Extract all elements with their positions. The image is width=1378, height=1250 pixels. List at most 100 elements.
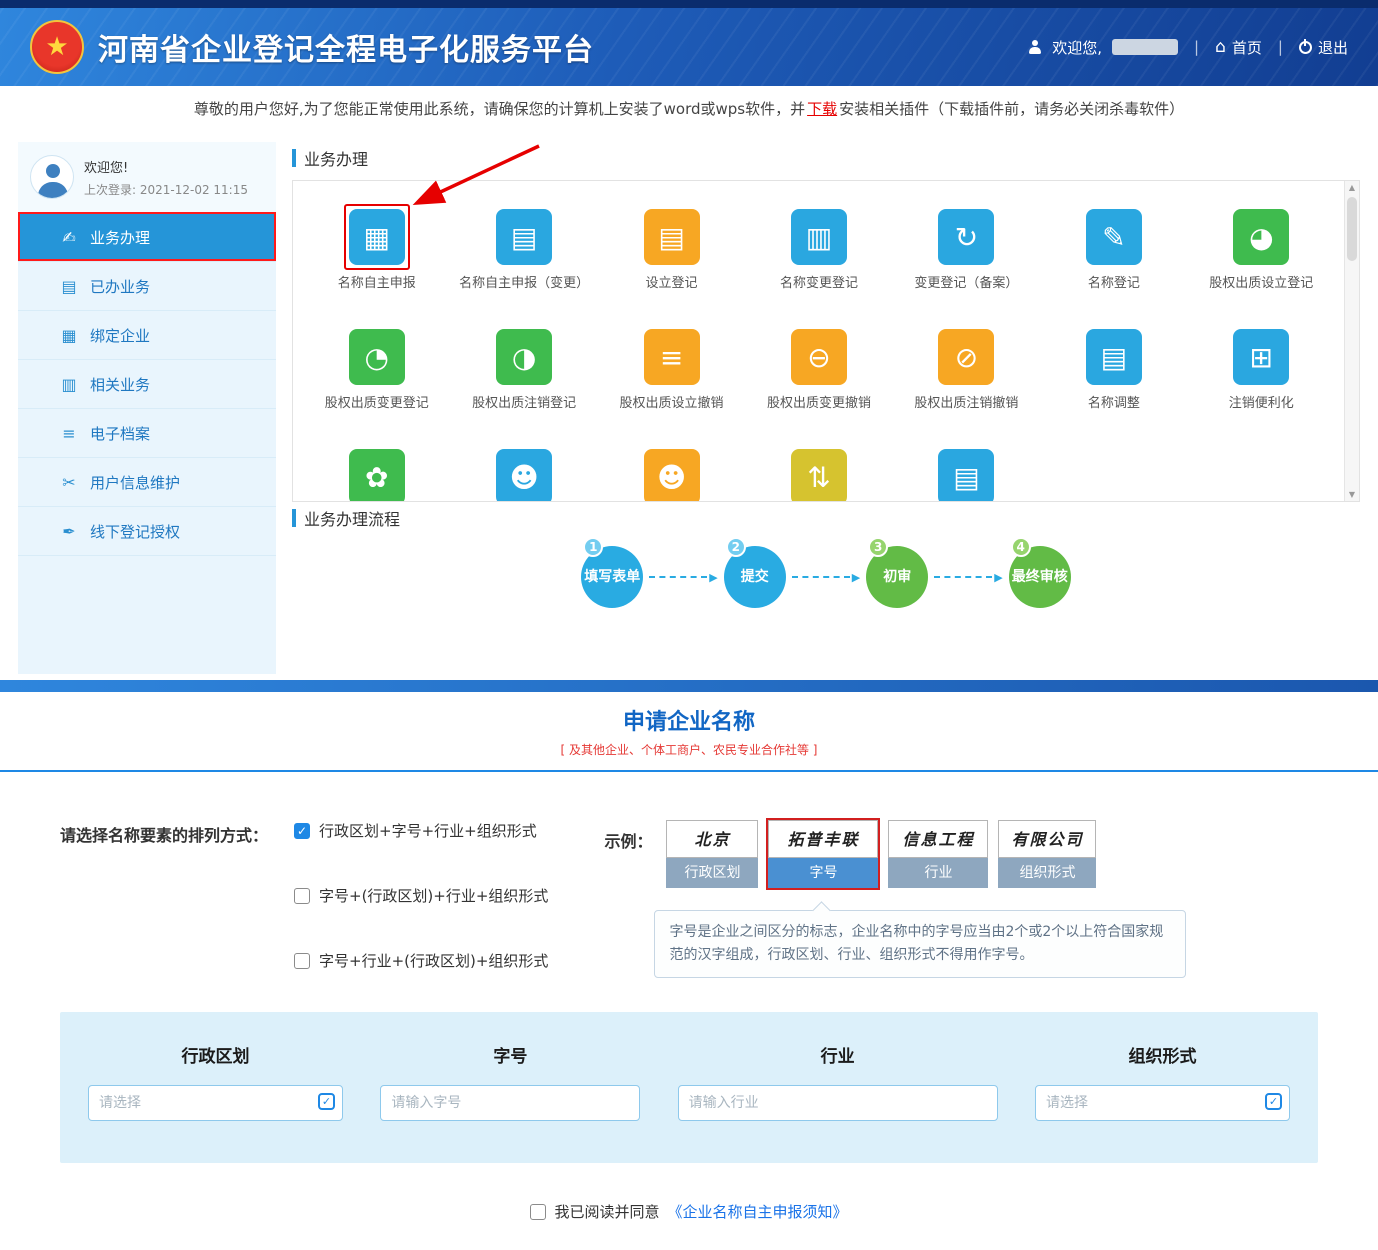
arrangement-label: 请选择名称要素的排列方式： bbox=[60, 822, 268, 846]
user-icon bbox=[1028, 40, 1042, 54]
service-establishment-registration[interactable]: ▤ 设立登记 bbox=[598, 209, 745, 329]
sidebar-item-completed-business[interactable]: ▤ 已办业务 bbox=[18, 261, 276, 310]
step-number-badge: 2 bbox=[726, 537, 746, 557]
industry-input[interactable] bbox=[678, 1085, 998, 1121]
top-strip bbox=[0, 0, 1378, 8]
region-select-input[interactable] bbox=[88, 1085, 343, 1121]
sidebar-item-offline-registration-auth[interactable]: ✒ 线下登记授权 bbox=[18, 506, 276, 555]
document-icon: ▤ bbox=[644, 209, 700, 265]
notice-text: 安装相关插件（下载插件前，请务必关闭杀毒软件） bbox=[839, 98, 1184, 119]
example-boxes: 北京 行政区划 拓普丰联 字号 信息工程 行业 有限公司 bbox=[666, 820, 1186, 888]
checkbox-icon[interactable] bbox=[294, 953, 310, 969]
service-name-registration[interactable]: ✎ 名称登记 bbox=[1040, 209, 1187, 329]
clipboard-minus-icon: ▤ bbox=[496, 209, 552, 265]
annotation-highlight-box: ▦ bbox=[344, 204, 410, 270]
checkbox-checked-icon[interactable] bbox=[294, 823, 310, 839]
declaration-notice-link[interactable]: 《企业名称自主申报须知》 bbox=[668, 1201, 848, 1222]
service-change-registration-filing[interactable]: ↻ 变更登记（备案） bbox=[893, 209, 1040, 329]
clipboard-edit-icon: ✎ bbox=[1086, 209, 1142, 265]
sidebar: 欢迎您! 上次登录: 2021-12-02 11:15 ✍ 业务办理 ▤ 已办业… bbox=[18, 142, 276, 674]
arrangement-option-3[interactable]: 字号+行业+(行政区划)+组织形式 bbox=[294, 950, 548, 971]
org-form-select-input[interactable] bbox=[1035, 1085, 1290, 1121]
scrollbar-thumb[interactable] bbox=[1347, 197, 1357, 261]
process-flow: 1 填写表单 ▶ 2 提交 ▶ 3 初审 ▶ 4 最终审核 bbox=[292, 546, 1360, 608]
sidebar-menu: ✍ 业务办理 ▤ 已办业务 ▦ 绑定企业 ▥ 相关业务 ≡ 电子档案 ✂ 用户信… bbox=[18, 212, 276, 604]
star-icon: ★ bbox=[45, 32, 68, 62]
page-subtitle: [ 及其他企业、个体工商户、农民专业合作社等 ] bbox=[0, 741, 1378, 758]
list-lines-icon: ≡ bbox=[644, 329, 700, 385]
service-name-self-declaration[interactable]: ▦ 名称自主申报 bbox=[303, 209, 450, 329]
arrow-right-icon: ▶ bbox=[852, 571, 860, 584]
checkbox-icon[interactable] bbox=[294, 888, 310, 904]
select-dropdown-icon[interactable]: ✓ bbox=[318, 1093, 335, 1110]
flow-connector: ▶ bbox=[792, 571, 860, 584]
service-item[interactable]: ▤ bbox=[893, 449, 1040, 502]
arrangement-options: 行政区划+字号+行业+组织形式 字号+(行政区划)+行业+组织形式 字号+行业+… bbox=[294, 820, 548, 971]
service-equity-pledge-establishment[interactable]: ◕ 股权出质设立登记 bbox=[1188, 209, 1335, 329]
service-equity-pledge-change-revoke[interactable]: ⊖ 股权出质变更撤销 bbox=[745, 329, 892, 449]
sidebar-filler bbox=[18, 555, 276, 604]
select-dropdown-icon[interactable]: ✓ bbox=[1265, 1093, 1282, 1110]
sidebar-item-user-info-maintenance[interactable]: ✂ 用户信息维护 bbox=[18, 457, 276, 506]
service-name-change-registration[interactable]: ▥ 名称变更登记 bbox=[745, 209, 892, 329]
clipboard-refresh-icon: ↻ bbox=[938, 209, 994, 265]
document-icon: ▤ bbox=[60, 277, 78, 296]
tradename-tooltip: 字号是企业之间区分的标志，企业名称中的字号应当由2个或2个以上符合国家规范的汉字… bbox=[654, 910, 1186, 978]
agreement-row: 我已阅读并同意 《企业名称自主申报须知》 bbox=[60, 1201, 1318, 1222]
section-title-services: 业务办理 bbox=[292, 146, 1360, 170]
service-equity-pledge-cancellation[interactable]: ◑ 股权出质注销登记 bbox=[450, 329, 597, 449]
arrangement-option-1[interactable]: 行政区划+字号+行业+组织形式 bbox=[294, 820, 548, 841]
service-equity-pledge-change[interactable]: ◔ 股权出质变更登记 bbox=[303, 329, 450, 449]
qr-code-icon: ⊞ bbox=[1233, 329, 1289, 385]
name-fields-panel: 行政区划 ✓ 字号 行业 组织形式 bbox=[60, 1012, 1318, 1163]
service-cancellation-facilitation[interactable]: ⊞ 注销便利化 bbox=[1188, 329, 1335, 449]
document-plus-icon: ▤ bbox=[938, 449, 994, 502]
flow-connector: ▶ bbox=[934, 571, 1002, 584]
building-icon: ▦ bbox=[60, 326, 78, 345]
field-org-form: 组织形式 ✓ bbox=[1035, 1042, 1290, 1121]
agree-text: 我已阅读并同意 bbox=[554, 1201, 659, 1222]
flower-icon: ✿ bbox=[349, 449, 405, 502]
pen-document-icon: ✒ bbox=[60, 522, 78, 541]
download-link[interactable]: 下载 bbox=[807, 98, 837, 119]
home-link[interactable]: ⌂ 首页 bbox=[1215, 37, 1262, 58]
arrangement-option-2[interactable]: 字号+(行政区划)+行业+组织形式 bbox=[294, 885, 548, 906]
vertical-scrollbar[interactable]: ▲ ▼ bbox=[1344, 181, 1359, 501]
document-search-icon: ▥ bbox=[60, 375, 78, 394]
pie-chart-cancel-icon: ◑ bbox=[496, 329, 552, 385]
sidebar-item-bind-enterprise[interactable]: ▦ 绑定企业 bbox=[18, 310, 276, 359]
agree-checkbox[interactable] bbox=[530, 1204, 546, 1220]
step-number-badge: 3 bbox=[868, 537, 888, 557]
circle-minus-icon: ⊖ bbox=[791, 329, 847, 385]
service-item[interactable]: ☻ bbox=[598, 449, 745, 502]
service-equity-pledge-establishment-revoke[interactable]: ≡ 股权出质设立撤销 bbox=[598, 329, 745, 449]
app-header: ★ 河南省企业登记全程电子化服务平台 欢迎您, | ⌂ 首页 | 退出 bbox=[0, 8, 1378, 86]
page-title: 申请企业名称 bbox=[0, 704, 1378, 736]
service-name-self-declaration-change[interactable]: ▤ 名称自主申报（变更） bbox=[450, 209, 597, 329]
service-item[interactable]: ✿ bbox=[303, 449, 450, 502]
scroll-up-icon[interactable]: ▲ bbox=[1349, 183, 1355, 192]
person-gear-icon: ☻ bbox=[644, 449, 700, 502]
service-item[interactable]: ⇅ bbox=[745, 449, 892, 502]
tools-icon: ✂ bbox=[60, 473, 78, 492]
flow-step-initial-review: 3 初审 bbox=[866, 546, 928, 608]
services-grid: ▦ 名称自主申报 ▤ 名称自主申报（变更） ▤ 设立登记 ▥ 名称变更登记 bbox=[303, 209, 1335, 502]
logout-link[interactable]: 退出 bbox=[1299, 37, 1348, 58]
service-equity-pledge-cancellation-revoke[interactable]: ⊘ 股权出质注销撤销 bbox=[893, 329, 1040, 449]
apply-name-page: 申请企业名称 [ 及其他企业、个体工商户、农民专业合作社等 ] 请选择名称要素的… bbox=[0, 680, 1378, 1222]
divider: | bbox=[1194, 38, 1199, 56]
service-item[interactable]: ☻ bbox=[450, 449, 597, 502]
arrow-right-icon: ▶ bbox=[709, 571, 717, 584]
service-name-adjustment[interactable]: ▤ 名称调整 bbox=[1040, 329, 1187, 449]
sidebar-item-business-handling[interactable]: ✍ 业务办理 bbox=[18, 212, 276, 261]
tradename-input[interactable] bbox=[380, 1085, 640, 1121]
sidebar-item-electronic-archives[interactable]: ≡ 电子档案 bbox=[18, 408, 276, 457]
sidebar-item-related-business[interactable]: ▥ 相关业务 bbox=[18, 359, 276, 408]
field-region: 行政区划 ✓ bbox=[88, 1042, 343, 1121]
scroll-down-icon[interactable]: ▼ bbox=[1349, 490, 1355, 499]
example-area: 示例： 北京 行政区划 拓普丰联 字号 信息工程 行业 bbox=[604, 820, 1186, 978]
merge-arrows-icon: ⇅ bbox=[791, 449, 847, 502]
section-title-flow: 业务办理流程 bbox=[292, 506, 1360, 530]
pie-chart-minus-icon: ◔ bbox=[349, 329, 405, 385]
user-meta: 欢迎您! 上次登录: 2021-12-02 11:15 bbox=[84, 157, 248, 198]
